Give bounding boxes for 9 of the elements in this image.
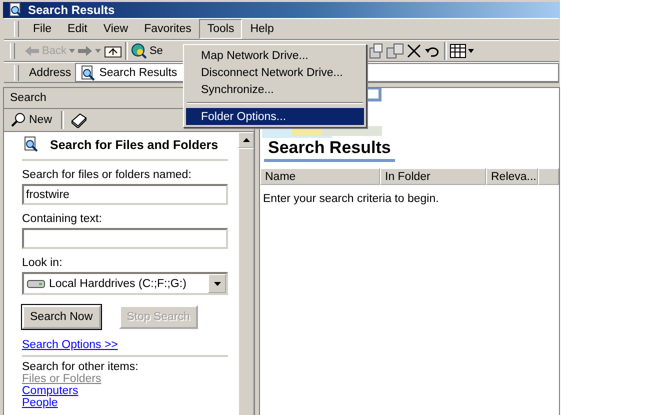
field-label: Look in: [22,257,64,269]
field-label: Containing text: [22,213,103,225]
address-label: Address [29,66,72,78]
window-title: Search Results [28,3,115,17]
field-label: Search for files or folders named: [22,169,192,181]
pane-heading: Search for Files and Folders [50,138,218,152]
results-message: Enter your search criteria to begin. [263,193,440,205]
results-heading: Search Results [264,138,395,162]
section-label: Search for other items: [22,361,140,373]
